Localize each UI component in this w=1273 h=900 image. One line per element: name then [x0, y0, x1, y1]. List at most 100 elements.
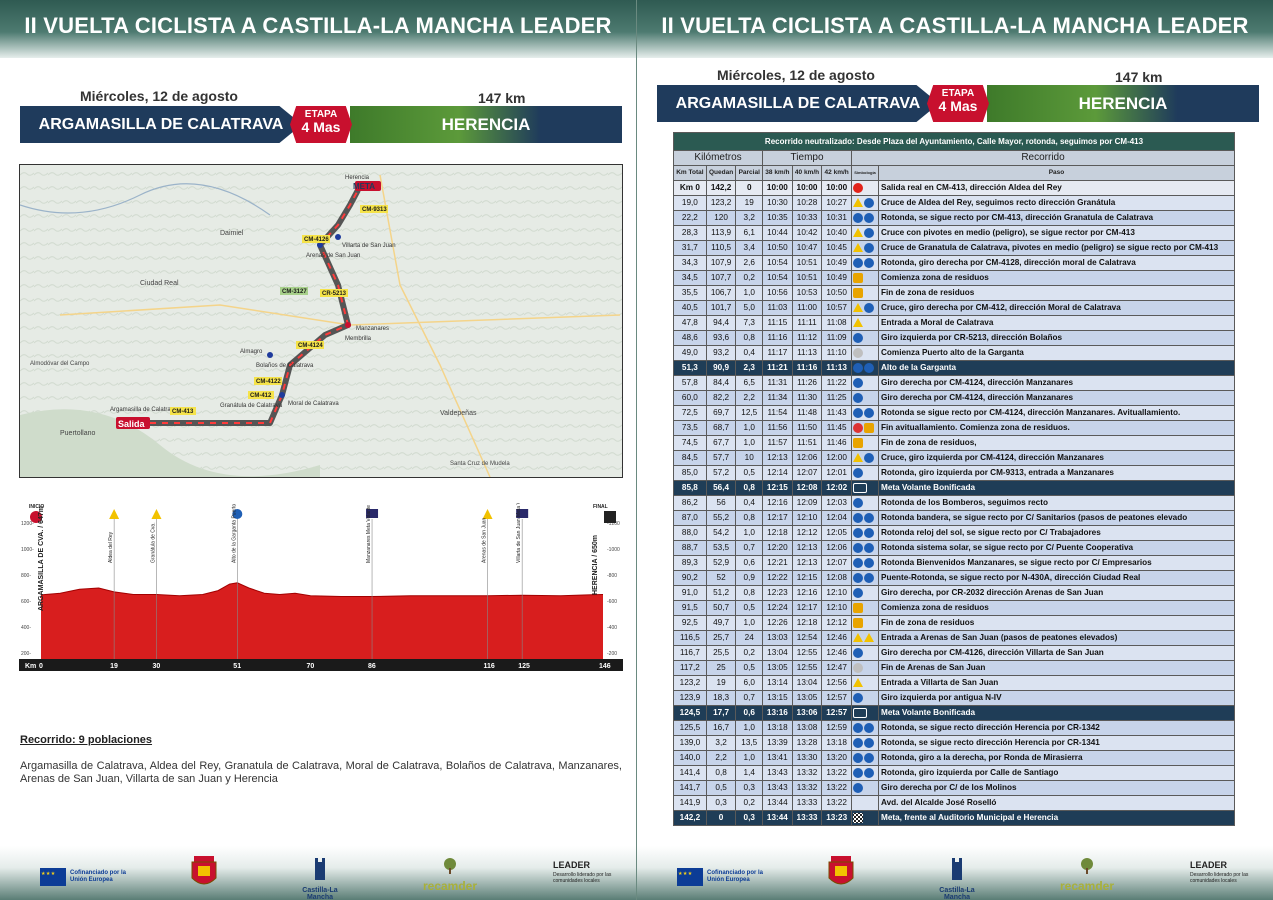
time-38-cell: 11:16 — [762, 330, 793, 346]
km-quedan-cell: 93,2 — [705, 345, 737, 361]
km-parcial-cell: 1,0 — [735, 420, 764, 436]
paso-cell: Rotonda Bienvenidos Manzanares, se sigue… — [878, 555, 1235, 571]
time-40-cell: 10:47 — [791, 240, 823, 256]
time-38-cell: 11:31 — [762, 375, 793, 391]
symbol-cell — [851, 345, 879, 361]
time-40-cell: 11:26 — [791, 375, 823, 391]
itinerary-row: 88,7 53,5 0,7 12:20 12:13 12:06 Rotonda sistem… — [673, 540, 1235, 556]
km-parcial-cell: 6,0 — [735, 675, 764, 691]
time-40-cell: 13:32 — [791, 765, 823, 781]
time-38-cell: 12:13 — [762, 450, 793, 466]
direction-icon — [864, 227, 874, 238]
itinerary-row: 116,7 25,5 0,2 13:04 12:55 12:46 Giro derecha … — [673, 645, 1235, 661]
map-label-almodovar: Almodóvar del Campo — [30, 361, 90, 367]
map-label-santa-cruz: Santa Cruz de Mudela — [450, 461, 510, 467]
time-42-cell: 11:43 — [821, 405, 852, 421]
time-40-cell: 11:11 — [791, 315, 823, 331]
stage-date-right: Miércoles, 12 de agosto — [717, 67, 875, 83]
stage-start-town: ARGAMASILLA DE CALATRAVA — [20, 106, 302, 143]
stage-badge-line2: 4 Mas — [301, 119, 341, 135]
eu-flag-icon — [40, 868, 66, 886]
paso-cell: Comienza zona de residuos — [878, 600, 1235, 616]
elevation-profile[interactable]: Aldea del Rey Granátula de Cva. Alto de la… — [19, 483, 623, 671]
waste-zone-icon — [853, 272, 863, 283]
time-42-cell: 12:06 — [821, 540, 852, 556]
subheader-paso: Paso — [878, 165, 1235, 181]
paso-cell: Rotonda se sigue recto por CM-4124, dire… — [878, 405, 1235, 421]
stage-bar-right: ARGAMASILLA DE CALATRAVA HERENCIA ETAPA … — [657, 85, 1259, 122]
map-road-cm4122: CM-4122 — [256, 379, 281, 385]
map-marker-bolanos[interactable] — [267, 352, 273, 358]
map-marker-villarta[interactable] — [335, 234, 341, 240]
time-42-cell: 11:09 — [821, 330, 852, 346]
map-road-cm3127: CM-3127 — [282, 289, 307, 295]
paso-cell: Cruce con pivotes en medio (peligro), se… — [878, 225, 1235, 241]
time-42-cell: 11:08 — [821, 315, 852, 331]
itinerary-row: 89,3 52,9 0,6 12:21 12:13 12:07 Rotonda Bienve… — [673, 555, 1235, 571]
time-42-cell: 10:49 — [821, 255, 852, 271]
time-40-cell: 12:17 — [791, 600, 823, 616]
paso-cell: Salida real en CM-413, dirección Aldea d… — [878, 180, 1235, 196]
time-42-cell: 12:08 — [821, 570, 852, 586]
km-total-cell: 34,3 — [673, 255, 707, 271]
paso-cell: Rotonda, giro izquierda por CM-9313, ent… — [878, 465, 1235, 481]
profile-km-tick: 30 — [153, 663, 161, 670]
direction-icon — [853, 407, 863, 418]
recam-logo-right: recamder — [1052, 858, 1122, 893]
time-42-cell: 12:12 — [821, 615, 852, 631]
km-total-cell: 90,2 — [673, 570, 707, 586]
sprint-icon — [853, 482, 867, 493]
km-total-cell: 141,9 — [673, 795, 707, 811]
itinerary-row: 142,2 0 0,3 13:44 13:33 13:23 Meta, frente al … — [673, 810, 1235, 826]
direction-icon — [853, 332, 863, 343]
time-42-cell: 11:22 — [821, 375, 852, 391]
time-42-cell: 10:00 — [821, 180, 852, 196]
itinerary-row: 123,2 19 6,0 13:14 13:04 12:56 Entrada a Villa… — [673, 675, 1235, 691]
km-quedan-cell: 120 — [705, 210, 737, 226]
direction-icon — [853, 377, 863, 388]
symbol-cell — [851, 420, 879, 436]
stage-badge-line1-right: ETAPA — [941, 88, 975, 99]
time-42-cell: 12:03 — [821, 495, 852, 511]
map-label-manzanares: Manzanares — [356, 326, 389, 332]
km-total-cell: 47,8 — [673, 315, 707, 331]
km-quedan-cell: 0,8 — [705, 765, 737, 781]
time-38-cell: 12:18 — [762, 525, 793, 541]
time-40-cell: 12:10 — [791, 510, 823, 526]
time-38-cell: 12:22 — [762, 570, 793, 586]
time-42-cell: 12:56 — [821, 675, 852, 691]
itinerary-row: 141,9 0,3 0,2 13:44 13:33 13:22 Avd. del Alcal… — [673, 795, 1235, 811]
time-38-cell: 11:34 — [762, 390, 793, 406]
map-marker-manzanares[interactable] — [345, 322, 351, 328]
time-38-cell: 12:15 — [762, 480, 793, 496]
symbol-cell — [851, 675, 879, 691]
itinerary-row: 74,5 67,7 1,0 11:57 11:51 11:46 Fin de zona de… — [673, 435, 1235, 451]
paso-cell: Giro derecha, por CR-2032 dirección Aren… — [878, 585, 1235, 601]
paso-cell: Giro derecha por CM-4126, dirección Vill… — [878, 645, 1235, 661]
elevation-profile-canvas: Aldea del Rey Granátula de Cva. Alto de la… — [19, 483, 623, 671]
symbol-cell — [851, 810, 879, 826]
km-total-cell: 49,0 — [673, 345, 707, 361]
profile-axis-left-tick: 200- — [21, 651, 31, 657]
time-38-cell: 10:00 — [762, 180, 793, 196]
time-38-cell: 13:44 — [762, 810, 793, 826]
paso-cell: Comienza Puerto alto de la Garganta — [878, 345, 1235, 361]
km-total-cell: 123,9 — [673, 690, 707, 706]
symbol-cell — [851, 780, 879, 796]
profile-axis-right-tick: -400 — [607, 625, 617, 631]
time-42-cell: 13:20 — [821, 750, 852, 766]
symbol-cell — [851, 570, 879, 586]
km-parcial-cell: 10 — [735, 450, 764, 466]
time-40-cell: 11:12 — [791, 330, 823, 346]
paso-cell: Rotonda bandera, se sigue recto por C/ S… — [878, 510, 1235, 526]
route-map[interactable]: META Salida Herencia Manzanares Membrill… — [19, 164, 623, 478]
map-marker-moral[interactable] — [279, 392, 285, 398]
profile-finish-town: HERENCIA / 650m — [592, 535, 599, 595]
symbol-cell — [851, 405, 879, 421]
km-quedan-cell: 51,2 — [705, 585, 737, 601]
time-38-cell: 10:44 — [762, 225, 793, 241]
time-40-cell: 12:16 — [791, 585, 823, 601]
symbol-cell — [851, 390, 879, 406]
waste-zone-icon — [853, 437, 863, 448]
map-label-almagro: Almagro — [240, 349, 263, 355]
